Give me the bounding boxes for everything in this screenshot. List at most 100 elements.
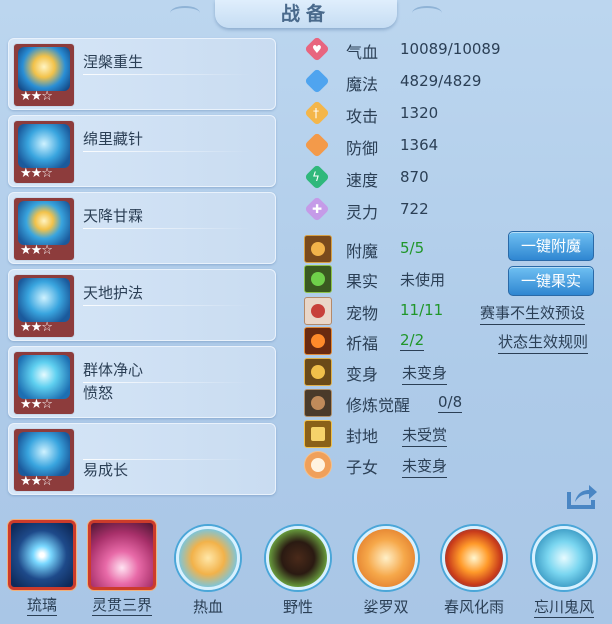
one-click-fruit-button[interactable]: 一键果实 [508,266,594,296]
attr-transform: 变身 未变身 [304,357,604,386]
speed-icon: ϟ [304,164,330,190]
attr-value: 5/5 [400,239,425,257]
pet-name: 春风化雨 [443,598,504,616]
attr-label: 宠物 [346,304,379,323]
stat-value: 10089/10089 [400,40,501,58]
attr-value: 未使用 [400,271,446,289]
spirit-icon: ✚ [304,196,330,222]
attr-label: 封地 [346,427,379,446]
stat-value: 1320 [400,104,439,122]
attr-value-link[interactable]: 未变身 [402,455,448,478]
skill-card-nirvana[interactable]: ★★☆ 涅槃重生 [8,38,276,110]
divider [83,74,251,75]
attr-fief: 封地 未受赏 [304,419,604,448]
attr-value: 11/11 [400,301,444,319]
pet-slot-wild[interactable]: 野性 [260,520,336,617]
purify-skill-icon: ★★☆ [13,351,75,415]
transform-icon [304,358,332,386]
attr-label: 子女 [346,458,379,477]
attr-value-link[interactable]: 未变身 [402,362,448,385]
attr-value-link[interactable]: 0/8 [438,393,463,413]
stat-defense: 防御 1364 [304,130,534,160]
pet-name: 娑罗双 [363,598,409,616]
pet-name: 野性 [282,598,313,616]
shield-icon [304,132,330,158]
skill-stars: ★★☆ [20,474,53,489]
pet-slot-ghost-wind[interactable]: 忘川鬼风 [526,520,602,618]
skill-name: 天降甘霖 [83,207,144,225]
attr-label: 附魔 [346,242,379,261]
event-preset-link[interactable]: 赛事不生效预设 [480,302,586,325]
skill-name: 绵里藏针 [83,130,144,148]
stat-label: 魔法 [346,75,379,94]
stat-value: 870 [400,168,429,186]
needle-skill-icon: ★★☆ [13,120,75,184]
stat-label: 气血 [346,43,379,62]
status-rules-link[interactable]: 状态生效规则 [498,331,589,354]
wild-pet-icon [266,526,330,590]
pet-slot-glaze[interactable]: 琉璃 [4,520,80,616]
stat-label: 速度 [346,171,379,190]
pet-slot-passion[interactable]: 热血 [170,520,246,617]
heart-icon: ♥ [304,36,330,62]
page-title: 战备 [280,3,331,25]
divider [83,305,251,306]
child-icon [304,451,332,479]
stat-value: 1364 [400,136,439,154]
growth-skill-icon: ★★☆ [13,428,75,492]
attr-label: 修炼觉醒 [346,396,411,415]
cultivation-icon [304,389,332,417]
attr-label: 变身 [346,365,379,384]
skill-card-growth[interactable]: ★★☆ 易成长 [8,423,276,495]
pet-name: 热血 [192,598,223,616]
attr-value-link[interactable]: 2/2 [400,331,425,351]
sala-pet-icon [354,526,418,590]
fruit-icon [304,265,332,293]
pet-slot-spirit-realm[interactable]: 灵贯三界 [84,520,160,616]
stat-value: 4829/4829 [400,72,482,90]
stat-label: 防御 [346,139,379,158]
attr-label: 祈福 [346,334,379,353]
share-icon[interactable] [566,482,598,510]
attr-label: 果实 [346,272,379,291]
title-ornament-right [412,6,442,20]
skill-stars: ★★☆ [20,320,53,335]
stat-value: 722 [400,200,429,218]
pet-name: 灵贯三界 [91,596,152,616]
glaze-pet-icon [8,520,76,590]
stat-hp: ♥ 气血 10089/10089 [304,34,534,64]
battle-prep-panel: 战备 ★★☆ 涅槃重生 ★★☆ 绵里藏针 ★★☆ 天降甘霖 ★★☆ 天地护法 ★… [0,0,612,624]
blessing-icon [304,327,332,355]
skill-sub: 易成长 [83,461,129,479]
skill-stars: ★★☆ [20,243,53,258]
pet-slot-sala[interactable]: 娑罗双 [348,520,424,617]
title-bar: 战备 [215,0,397,28]
divider [83,151,251,152]
skill-card-guardian[interactable]: ★★☆ 天地护法 [8,269,276,341]
title-ornament-left [170,6,200,20]
skill-card-purify[interactable]: ★★☆ 群体净心 愤怒 [8,346,276,418]
rain-skill-icon: ★★☆ [13,197,75,261]
one-click-enchant-button[interactable]: 一键附魔 [508,231,594,261]
attr-cultivation: 修炼觉醒 0/8 [304,388,604,417]
stat-attack: † 攻击 1320 [304,98,534,128]
pet-name: 忘川鬼风 [533,598,594,618]
pet-slot-spring-breeze[interactable]: 春风化雨 [436,520,512,617]
ghost-wind-pet-icon [532,526,596,590]
skill-card-needle[interactable]: ★★☆ 绵里藏针 [8,115,276,187]
enchant-icon [304,235,332,263]
stat-label: 攻击 [346,107,379,126]
stat-label: 灵力 [346,203,379,222]
attr-value-link[interactable]: 未受赏 [402,424,448,447]
spring-breeze-pet-icon [442,526,506,590]
skill-stars: ★★☆ [20,89,53,104]
skill-name: 涅槃重生 [83,53,144,71]
divider [83,228,251,229]
skill-card-rain[interactable]: ★★☆ 天降甘霖 [8,192,276,264]
skill-stars: ★★☆ [20,397,53,412]
sword-icon: † [304,100,330,126]
pet-bar: 琉璃 灵贯三界 热血 野性 娑罗双 春风化雨 忘川鬼风 [0,512,612,624]
pet-icon [304,297,332,325]
pet-name: 琉璃 [26,596,57,616]
fief-icon [304,420,332,448]
